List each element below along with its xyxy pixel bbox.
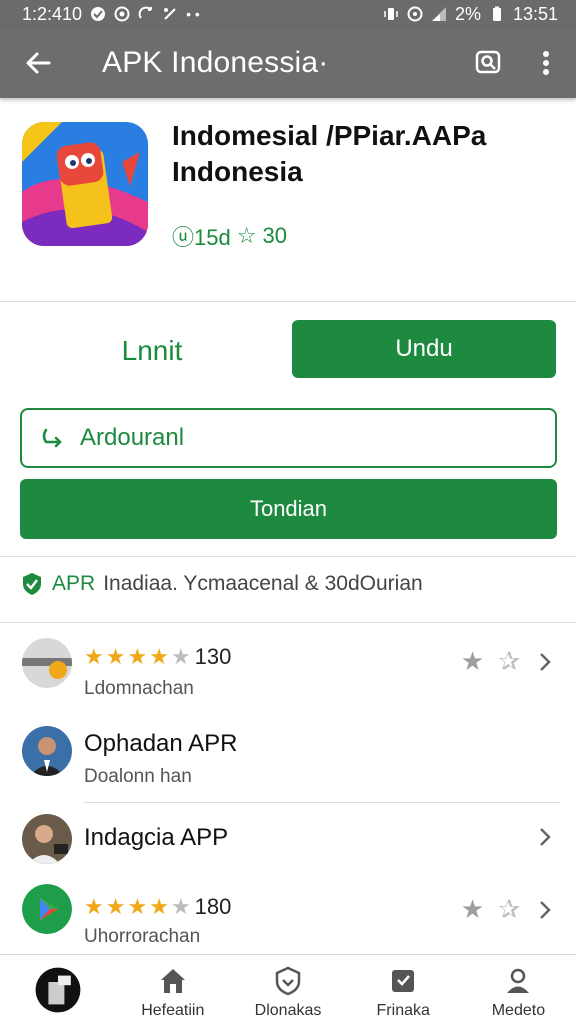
app-icon[interactable] <box>22 122 148 246</box>
star-filled-icon: ★ <box>84 894 104 919</box>
avatar <box>22 814 72 864</box>
status-time-right: 13:51 <box>512 3 558 24</box>
nav-item-home[interactable]: Hefeatiin <box>115 955 230 1024</box>
star-filled-icon: ★ <box>127 894 148 919</box>
nav-item-account[interactable]: Medeto <box>461 955 576 1024</box>
action-button-row: Lnnit Undu <box>0 318 576 382</box>
outline-action-label: Ardouranl <box>80 424 185 451</box>
star-icon[interactable]: ★ <box>461 894 484 925</box>
list-item[interactable]: Indagcia APP <box>0 808 576 872</box>
list-item-title: Indagcia APP <box>84 824 229 851</box>
rating-count: 180 <box>194 894 232 919</box>
nav-item-label: Dlonakas <box>254 1002 322 1019</box>
rating-row: ★ ★ ★ ★ ★ 180 <box>84 894 231 920</box>
app-notification-icon <box>114 6 130 22</box>
list-item-title: Ophadan APR <box>84 730 238 757</box>
app-name: Indomesial /PPiar.AAPa Indonesia <box>172 118 562 190</box>
divider <box>0 301 576 302</box>
notification-icon <box>91 7 106 21</box>
battery-percent: 2% <box>454 3 481 24</box>
star-filled-icon: ★ <box>149 644 169 669</box>
list-item-subtitle: Ldomnachan <box>84 678 194 699</box>
chevron-right-icon[interactable] <box>534 651 556 673</box>
app-bar: APK Indonessia· <box>0 28 576 98</box>
list-item[interactable]: ★ ★ ★ ★ ★ 130 Ldomnachan ★ ✰ <box>0 622 576 710</box>
status-bar: 1:2:410 • • 2% 13:51 <box>0 0 576 28</box>
nav-item-library[interactable]: Frinaka <box>346 955 461 1024</box>
list-item-title-row: Indagcia APP <box>84 824 228 852</box>
outline-action-button[interactable]: Ardouranl <box>20 408 557 468</box>
star-filled-icon: ★ <box>149 894 169 919</box>
share-icon <box>42 428 62 448</box>
verify-brand: APR <box>52 572 96 595</box>
list-item-subtitle: Uhorrorachan <box>84 926 201 947</box>
app-meta-code: ⓤ15d <box>172 225 231 250</box>
more-notifications-icon: • • <box>186 6 200 22</box>
star-outline-icon: ☆ <box>236 223 257 248</box>
star-half-icon[interactable]: ✰ <box>498 646 520 677</box>
nav-item-label: Medeto <box>491 1002 546 1019</box>
item-actions: ★ ✰ <box>461 646 556 677</box>
back-button[interactable] <box>0 28 76 98</box>
verification-row: APR Inadiaa. Ycmaacenal & 30dOurian <box>20 566 560 602</box>
avatar <box>22 726 72 776</box>
download-shield-icon <box>275 966 301 996</box>
vibrate-icon <box>384 8 398 20</box>
chevron-right-icon[interactable] <box>534 899 556 921</box>
app-meta: ⓤ15d ☆ 30 <box>172 220 287 252</box>
download-button[interactable]: Undu <box>292 320 556 378</box>
app-meta-rating: 30 <box>262 223 287 248</box>
list-item[interactable]: Ophadan APR Doalonn han <box>0 718 576 802</box>
battery-icon <box>492 6 501 21</box>
app-header: Indomesial /PPiar.AAPa Indonesia ⓤ15d ☆ … <box>0 98 576 302</box>
star-filled-icon: ★ <box>84 644 104 669</box>
star-empty-icon: ★ <box>170 894 191 919</box>
star-icon[interactable]: ★ <box>461 646 484 677</box>
profile-avatar-icon <box>35 967 80 1013</box>
overflow-menu-button[interactable] <box>516 28 576 98</box>
app-name-line1: Indomesial /PPiar.AAPa <box>172 120 487 151</box>
app-bar-title: APK Indonessia· <box>102 46 329 79</box>
item-actions: ★ ✰ <box>461 894 556 925</box>
secondary-action-button[interactable]: Lnnit <box>20 322 284 380</box>
home-icon <box>160 969 185 993</box>
nav-item-profile[interactable] <box>0 955 115 1024</box>
search-button[interactable] <box>460 28 516 98</box>
verify-text: Inadiaa. Ycmaacenal & 30dOurian <box>103 572 423 595</box>
avatar <box>22 884 72 934</box>
nav-item-downloads[interactable]: Dlonakas <box>230 955 345 1024</box>
avatar <box>22 638 72 688</box>
star-empty-icon: ★ <box>170 644 191 669</box>
bottom-navigation: Hefeatiin Dlonakas Frinaka Medeto <box>0 954 576 1024</box>
item-actions <box>534 826 556 848</box>
star-filled-icon: ★ <box>105 894 126 919</box>
verified-shield-icon <box>23 573 41 595</box>
chevron-right-icon[interactable] <box>534 826 556 848</box>
star-filled-icon: ★ <box>105 644 126 669</box>
list-item[interactable]: ★ ★ ★ ★ ★ 180 Uhorrorachan ★ ✰ <box>0 878 576 954</box>
more-vert-icon <box>543 51 549 75</box>
signal-icon <box>431 7 446 21</box>
star-half-icon[interactable]: ✰ <box>498 894 520 925</box>
sync-icon <box>138 6 153 19</box>
rating-row: ★ ★ ★ ★ ★ 130 <box>84 644 231 670</box>
list-item-title-row: Ophadan APR <box>84 730 237 758</box>
status-time-left: 1:2:410 <box>22 3 83 24</box>
wifi-icon <box>407 6 423 22</box>
arrow-left-icon <box>26 52 51 74</box>
divider <box>0 556 576 557</box>
app-name-line2: Indonesia <box>172 156 303 187</box>
person-icon <box>507 968 530 993</box>
list-item-subtitle: Doalonn han <box>84 766 192 787</box>
nav-item-label: Frinaka <box>376 1002 430 1019</box>
wide-primary-button[interactable]: Tondian <box>20 479 557 539</box>
search-icon <box>475 50 501 74</box>
nav-item-label: Hefeatiin <box>141 1002 205 1019</box>
star-filled-icon: ★ <box>127 644 148 669</box>
rating-count: 130 <box>194 644 232 669</box>
library-icon <box>392 970 415 992</box>
divider <box>84 802 560 803</box>
link-icon <box>164 8 176 20</box>
